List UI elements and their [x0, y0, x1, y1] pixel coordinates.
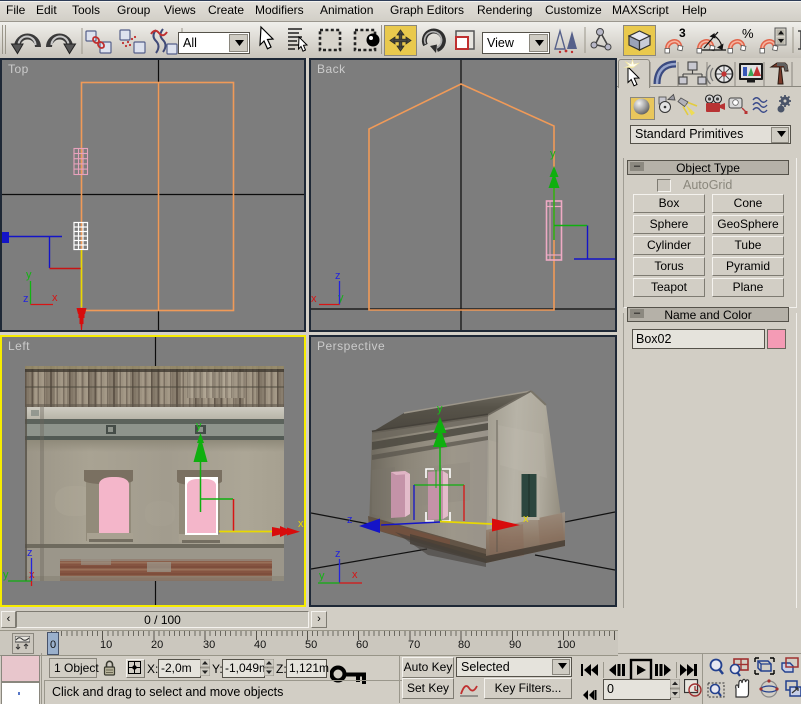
svg-text:z: z [347, 514, 353, 526]
svg-text:x: x [352, 569, 358, 581]
svg-text:y: y [3, 569, 9, 581]
svg-text:z: z [335, 270, 341, 282]
svg-text:y: y [196, 420, 202, 432]
svg-text:x: x [523, 513, 529, 525]
svg-text:x: x [52, 292, 58, 304]
svg-text:y: y [26, 269, 32, 281]
svg-text:y: y [437, 403, 443, 415]
svg-text:3: 3 [679, 26, 686, 40]
svg-text:%: % [742, 26, 754, 41]
svg-text:z: z [335, 548, 341, 560]
svg-text:y: y [319, 570, 325, 582]
svg-text:z: z [23, 293, 29, 305]
svg-text:y: y [550, 148, 556, 160]
svg-text:x: x [311, 293, 317, 305]
svg-text:z: z [27, 547, 33, 559]
svg-text:x: x [298, 518, 304, 530]
